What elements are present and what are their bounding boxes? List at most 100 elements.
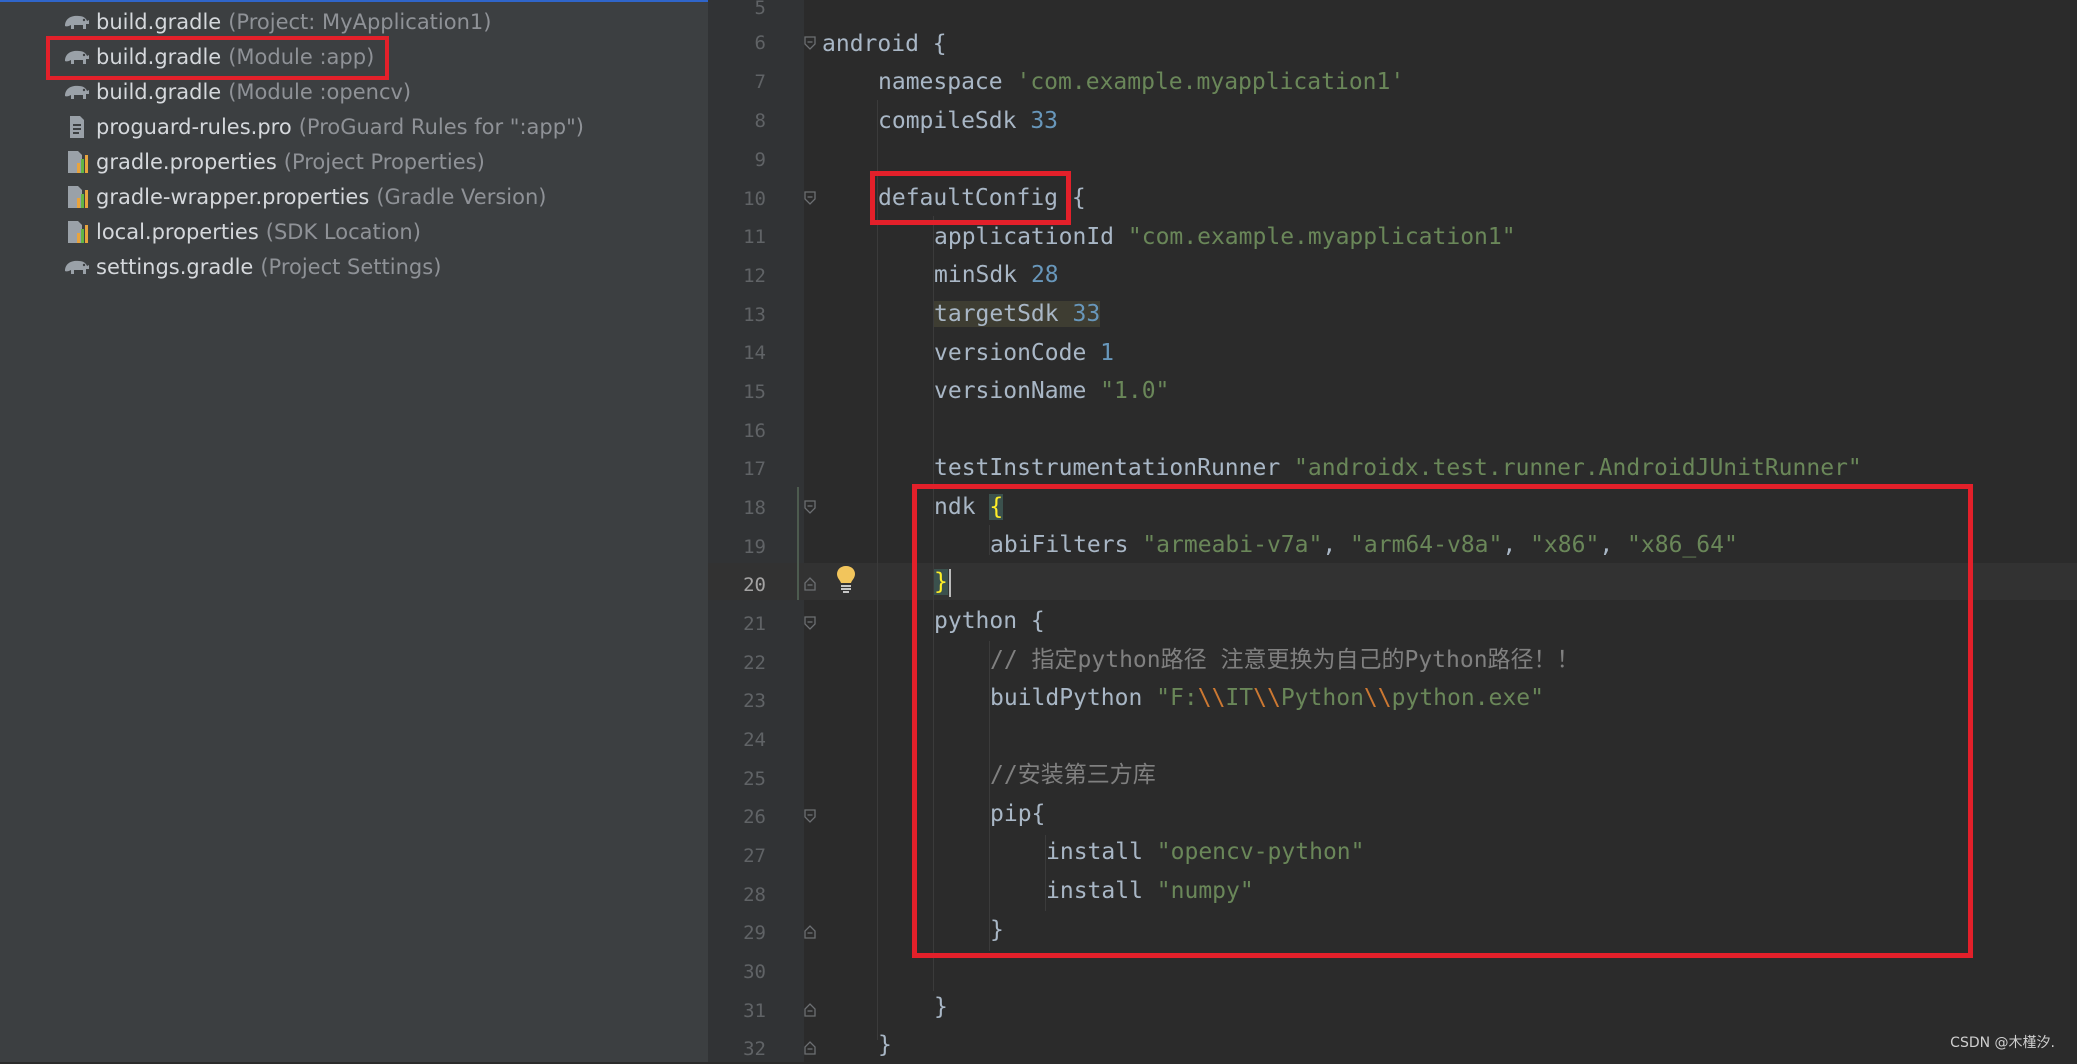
highlight-box-ndk-python (912, 484, 1973, 958)
line-number-current: 20 (743, 574, 766, 596)
line-number: 32 (743, 1038, 766, 1060)
tree-item-name: build.gradle (96, 9, 222, 34)
tree-item-hint: (Project: MyApplication1) (228, 9, 492, 34)
code-line-13: targetSdk 33 (934, 295, 1101, 333)
fold-close-icon[interactable] (803, 1041, 817, 1055)
code-string: "com.example.myapplication1" (1127, 224, 1516, 250)
tree-item-hint: (Project Settings) (260, 254, 442, 279)
line-number: 13 (743, 304, 766, 326)
line-number: 19 (743, 536, 766, 558)
code-token: namespace (878, 69, 1017, 95)
code-number: 1 (1100, 340, 1115, 366)
properties-file-icon (62, 149, 90, 175)
watermark-text: CSDN @木槿汐. (1950, 1035, 2055, 1051)
code-number: 33 (1072, 301, 1101, 327)
code-line-12: minSdk 28 (934, 256, 1059, 294)
text-file-icon (62, 114, 90, 140)
code-token: } (878, 1032, 892, 1058)
line-number: 26 (743, 806, 766, 828)
tree-item-hint: (Project Properties) (283, 149, 485, 174)
tree-item-gradle-wrapper-properties[interactable]: gradle-wrapper.properties (Gradle Versio… (62, 179, 546, 214)
tree-item-hint: (SDK Location) (265, 219, 421, 244)
project-tree-panel: build.gradle (Project: MyApplication1) b… (0, 0, 708, 1062)
fold-open-icon[interactable] (803, 36, 817, 50)
fold-open-icon[interactable] (803, 616, 817, 630)
line-number: 18 (743, 497, 766, 519)
code-token: { (918, 31, 947, 57)
code-line-14: versionCode 1 (934, 334, 1114, 372)
code-line-31: } (934, 988, 948, 1026)
tree-item-name: gradle.properties (96, 149, 277, 174)
code-token: applicationId (934, 224, 1128, 250)
tree-item-hint: (Module :opencv) (228, 79, 412, 104)
tree-item-name: proguard-rules.pro (96, 114, 292, 139)
properties-file-icon (62, 184, 90, 210)
tree-item-gradle-properties[interactable]: gradle.properties (Project Properties) (62, 144, 485, 179)
code-token: versionName (934, 378, 1101, 404)
code-token: versionCode (934, 340, 1101, 366)
line-number: 25 (743, 768, 766, 790)
tree-item-name: gradle-wrapper.properties (96, 184, 370, 209)
tree-item-build-gradle-project[interactable]: build.gradle (Project: MyApplication1) (62, 4, 491, 39)
code-line-6: android { (822, 25, 947, 63)
lightbulb-icon[interactable] (834, 564, 858, 594)
fold-open-icon[interactable] (803, 500, 817, 514)
code-line-7: namespace 'com.example.myapplication1' (878, 63, 1404, 101)
line-number: 29 (743, 922, 766, 944)
tree-item-proguard-rules[interactable]: proguard-rules.pro (ProGuard Rules for "… (62, 109, 584, 144)
tree-item-local-properties[interactable]: local.properties (SDK Location) (62, 214, 421, 249)
line-number: 9 (754, 149, 766, 171)
code-token: } (934, 994, 948, 1020)
fold-close-icon[interactable] (803, 925, 817, 939)
line-number: 8 (754, 110, 766, 132)
line-number: 6 (754, 32, 766, 54)
fold-close-icon[interactable] (803, 1003, 817, 1017)
highlight-box-defaultconfig (870, 171, 1071, 225)
code-string: "androidx.test.runner.AndroidJUnitRunner… (1294, 455, 1862, 481)
line-number: 22 (743, 652, 766, 674)
code-string: "1.0" (1100, 378, 1170, 404)
code-token: compileSdk (878, 108, 1031, 134)
properties-file-icon (62, 219, 90, 245)
tree-item-name: settings.gradle (96, 254, 254, 279)
gradle-elephant-icon (62, 9, 90, 35)
code-string: 'com.example.myapplication1' (1016, 69, 1405, 95)
line-number: 5 (754, 0, 766, 19)
code-token-highlighted: targetSdk 33 (934, 301, 1101, 327)
code-line-32: } (878, 1026, 892, 1064)
tree-item-hint: (ProGuard Rules for ":app") (298, 114, 584, 139)
line-number: 24 (743, 729, 766, 751)
line-number: 11 (743, 226, 766, 248)
code-line-15: versionName "1.0" (934, 372, 1169, 410)
line-number: 10 (743, 188, 766, 210)
code-line-17: testInstrumentationRunner "androidx.test… (934, 449, 1862, 487)
code-token: minSdk (934, 262, 1031, 288)
line-number: 17 (743, 458, 766, 480)
tree-item-name: local.properties (96, 219, 259, 244)
tree-item-name: build.gradle (96, 79, 222, 104)
line-number: 23 (743, 690, 766, 712)
code-token: testInstrumentationRunner (934, 455, 1295, 481)
fold-open-icon[interactable] (803, 191, 817, 205)
line-number: 15 (743, 381, 766, 403)
indent-guide (877, 100, 878, 1040)
gradle-elephant-icon (62, 79, 90, 105)
line-number: 30 (743, 961, 766, 983)
tree-item-settings-gradle[interactable]: settings.gradle (Project Settings) (62, 249, 441, 284)
fold-close-icon[interactable] (803, 577, 817, 591)
line-number: 21 (743, 613, 766, 635)
fold-open-icon[interactable] (803, 809, 817, 823)
code-number: 28 (1030, 262, 1059, 288)
line-number: 12 (743, 265, 766, 287)
line-number: 16 (743, 420, 766, 442)
line-number: 28 (743, 884, 766, 906)
tree-item-hint: (Gradle Version) (376, 184, 547, 209)
gradle-elephant-icon (62, 254, 90, 280)
code-token: android (822, 31, 919, 57)
line-number: 14 (743, 342, 766, 364)
line-number: 7 (754, 71, 766, 93)
line-number: 27 (743, 845, 766, 867)
code-number: 33 (1030, 108, 1059, 134)
code-token: targetSdk (934, 301, 1073, 327)
highlight-box-module-app (46, 36, 389, 80)
